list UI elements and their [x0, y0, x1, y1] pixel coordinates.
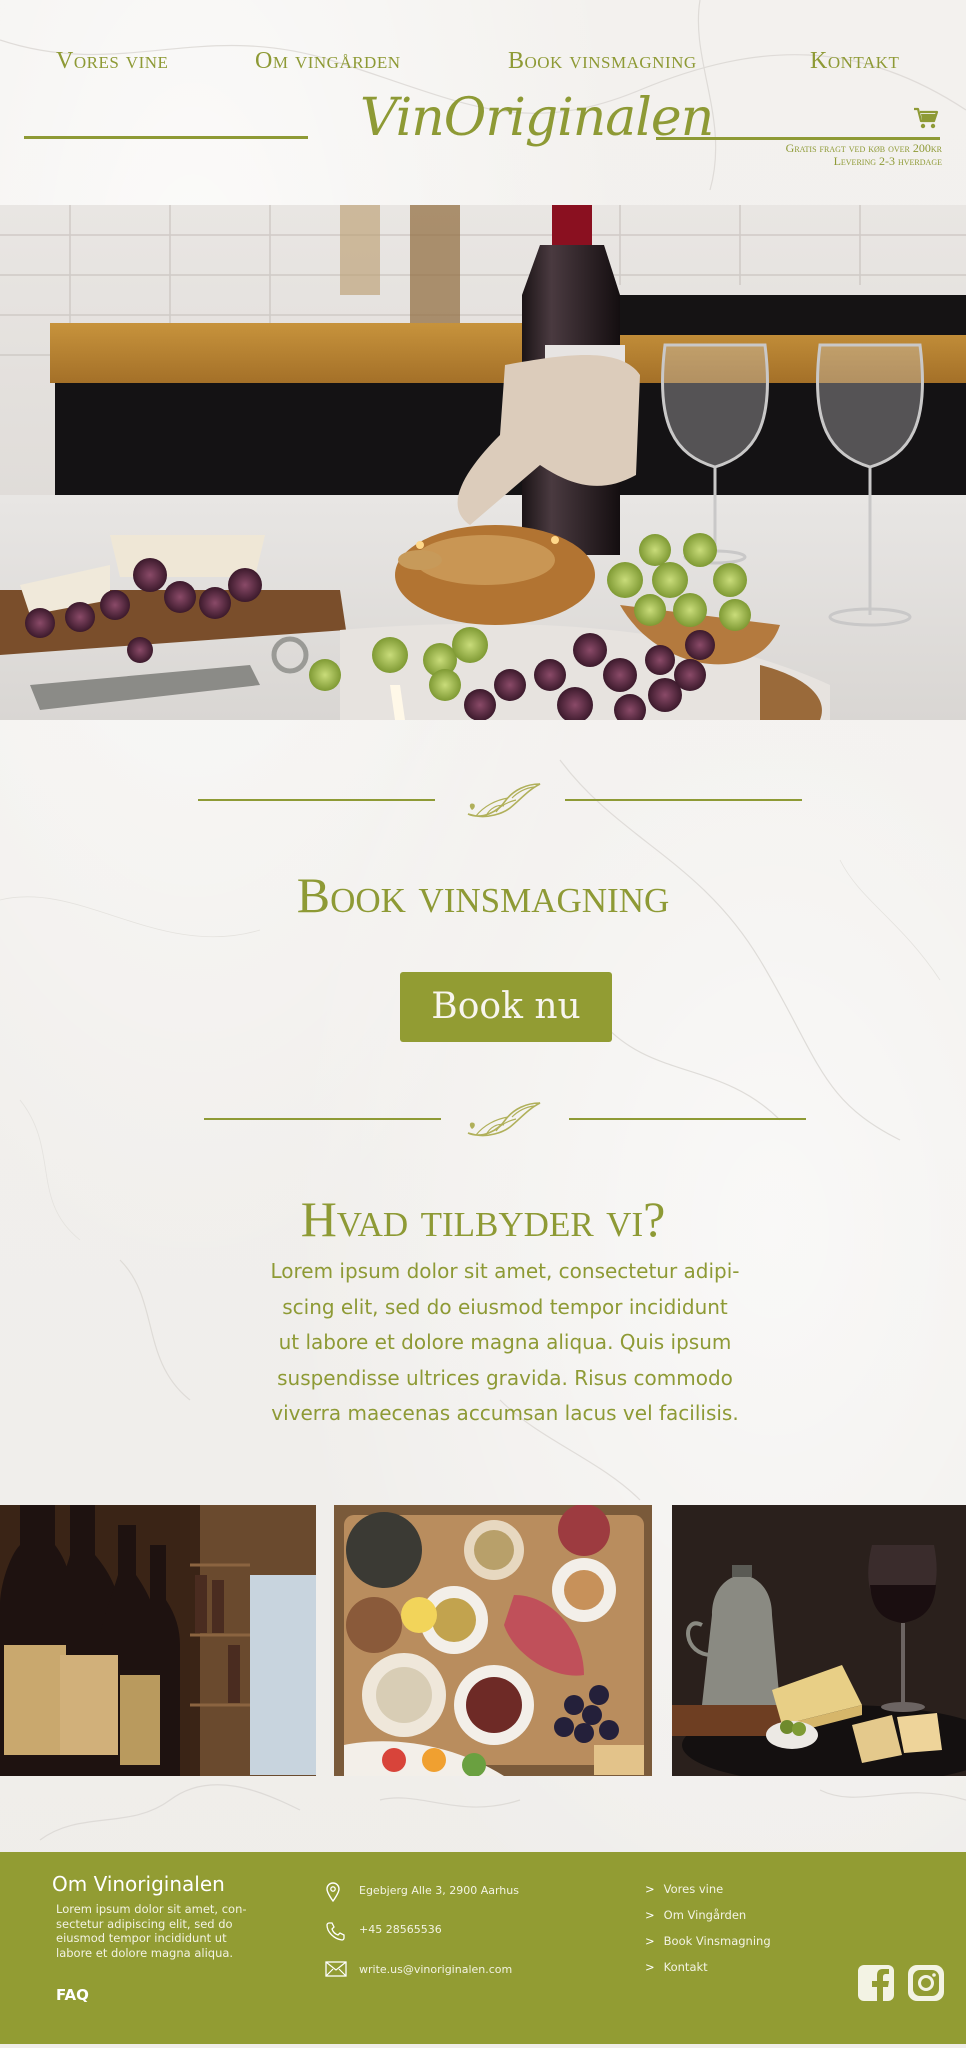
shipping-info: Gratis fragt ved køb over 200kr Levering…	[786, 142, 942, 168]
photo-tapas-board	[334, 1505, 652, 1776]
instagram-icon[interactable]	[907, 1964, 945, 2002]
offer-text: Lorem ipsum dolor sit amet, consectetur …	[270, 1254, 740, 1432]
hero-image	[0, 205, 966, 720]
footer-link-label: Book Vinsmagning	[663, 1934, 771, 1948]
footer-link-vores-vine[interactable]: > Vores vine	[645, 1882, 771, 1908]
footer-link-book-vinsmagning[interactable]: > Book Vinsmagning	[645, 1934, 771, 1960]
chevron-right-icon: >	[645, 1934, 655, 1948]
photo-cheese-wine	[672, 1505, 966, 1776]
divider-right-1	[565, 799, 802, 801]
footer-link-label: Kontakt	[663, 1960, 708, 1974]
leaf-flourish-icon	[462, 1097, 544, 1146]
offer-line: viverra maecenas accumsan lacus vel faci…	[271, 1401, 739, 1425]
header-rule-left	[24, 136, 308, 139]
facebook-icon[interactable]	[857, 1964, 895, 2002]
offer-line: ut labore et dolore magna aliqua. Quis i…	[278, 1330, 732, 1354]
main-nav: Vores vine Om vingården Book vinsmagning…	[0, 0, 966, 200]
header-rule-right	[656, 137, 940, 140]
shopping-cart-icon[interactable]	[912, 106, 940, 135]
contact-address: Egebjerg Alle 3, 2900 Aarhus	[325, 1882, 519, 1905]
shipping-line-2: Levering 2-3 hverdage	[833, 154, 942, 168]
footer-description: Lorem ipsum dolor sit amet, con-sectetur…	[56, 1902, 247, 1960]
chevron-right-icon: >	[645, 1960, 655, 1974]
footer-title: Om Vinoriginalen	[52, 1872, 225, 1896]
logo[interactable]: VinOriginalen	[360, 88, 714, 148]
offer-line: scing elit, sed do eiusmod tempor incidi…	[282, 1294, 728, 1319]
booking-title: Book vinsmagning	[296, 867, 670, 923]
footer-link-om-vingaarden[interactable]: > Om Vingården	[645, 1908, 771, 1934]
divider-right-2	[569, 1118, 806, 1120]
footer-link-label: Vores vine	[663, 1882, 724, 1896]
phone-text[interactable]: +45 28565536	[359, 1923, 442, 1936]
contact-phone: +45 28565536	[325, 1921, 442, 1944]
footer: Om Vinoriginalen Lorem ipsum dolor sit a…	[0, 1852, 966, 2044]
contact-email: write.us@vinoriginalen.com	[325, 1961, 512, 1980]
nav-item-vores-vine[interactable]: Vores vine	[56, 48, 168, 75]
offer-title: Hvad tilbyder vi?	[300, 1191, 666, 1247]
footer-link-kontakt[interactable]: > Kontakt	[645, 1960, 771, 1986]
nav-item-kontakt[interactable]: Kontakt	[810, 48, 899, 75]
divider-left-2	[204, 1118, 441, 1120]
footer-links: > Vores vine > Om Vingården > Book Vinsmagn…	[645, 1882, 771, 1986]
footer-link-label: Om Vingården	[663, 1908, 747, 1922]
faq-link[interactable]: FAQ	[56, 1986, 89, 2004]
leaf-flourish-icon	[462, 778, 544, 827]
chevron-right-icon: >	[645, 1882, 655, 1896]
photo-wine-shelf	[0, 1505, 316, 1776]
map-pin-icon	[325, 1882, 341, 1905]
nav-item-om-vingaarden[interactable]: Om vingården	[255, 48, 401, 75]
book-now-button[interactable]: Book nu	[400, 972, 612, 1042]
mail-icon	[325, 1961, 347, 1980]
chevron-right-icon: >	[645, 1908, 655, 1922]
offer-line: suspendisse ultrices gravida. Risus comm…	[277, 1365, 733, 1390]
phone-icon	[325, 1922, 345, 1944]
email-text[interactable]: write.us@vinoriginalen.com	[359, 1963, 512, 1976]
offer-line: Lorem ipsum dolor sit amet, consectetur …	[270, 1259, 740, 1283]
divider-left-1	[198, 799, 435, 801]
address-text: Egebjerg Alle 3, 2900 Aarhus	[359, 1884, 519, 1897]
nav-item-book-vinsmagning[interactable]: Book vinsmagning	[508, 48, 697, 75]
